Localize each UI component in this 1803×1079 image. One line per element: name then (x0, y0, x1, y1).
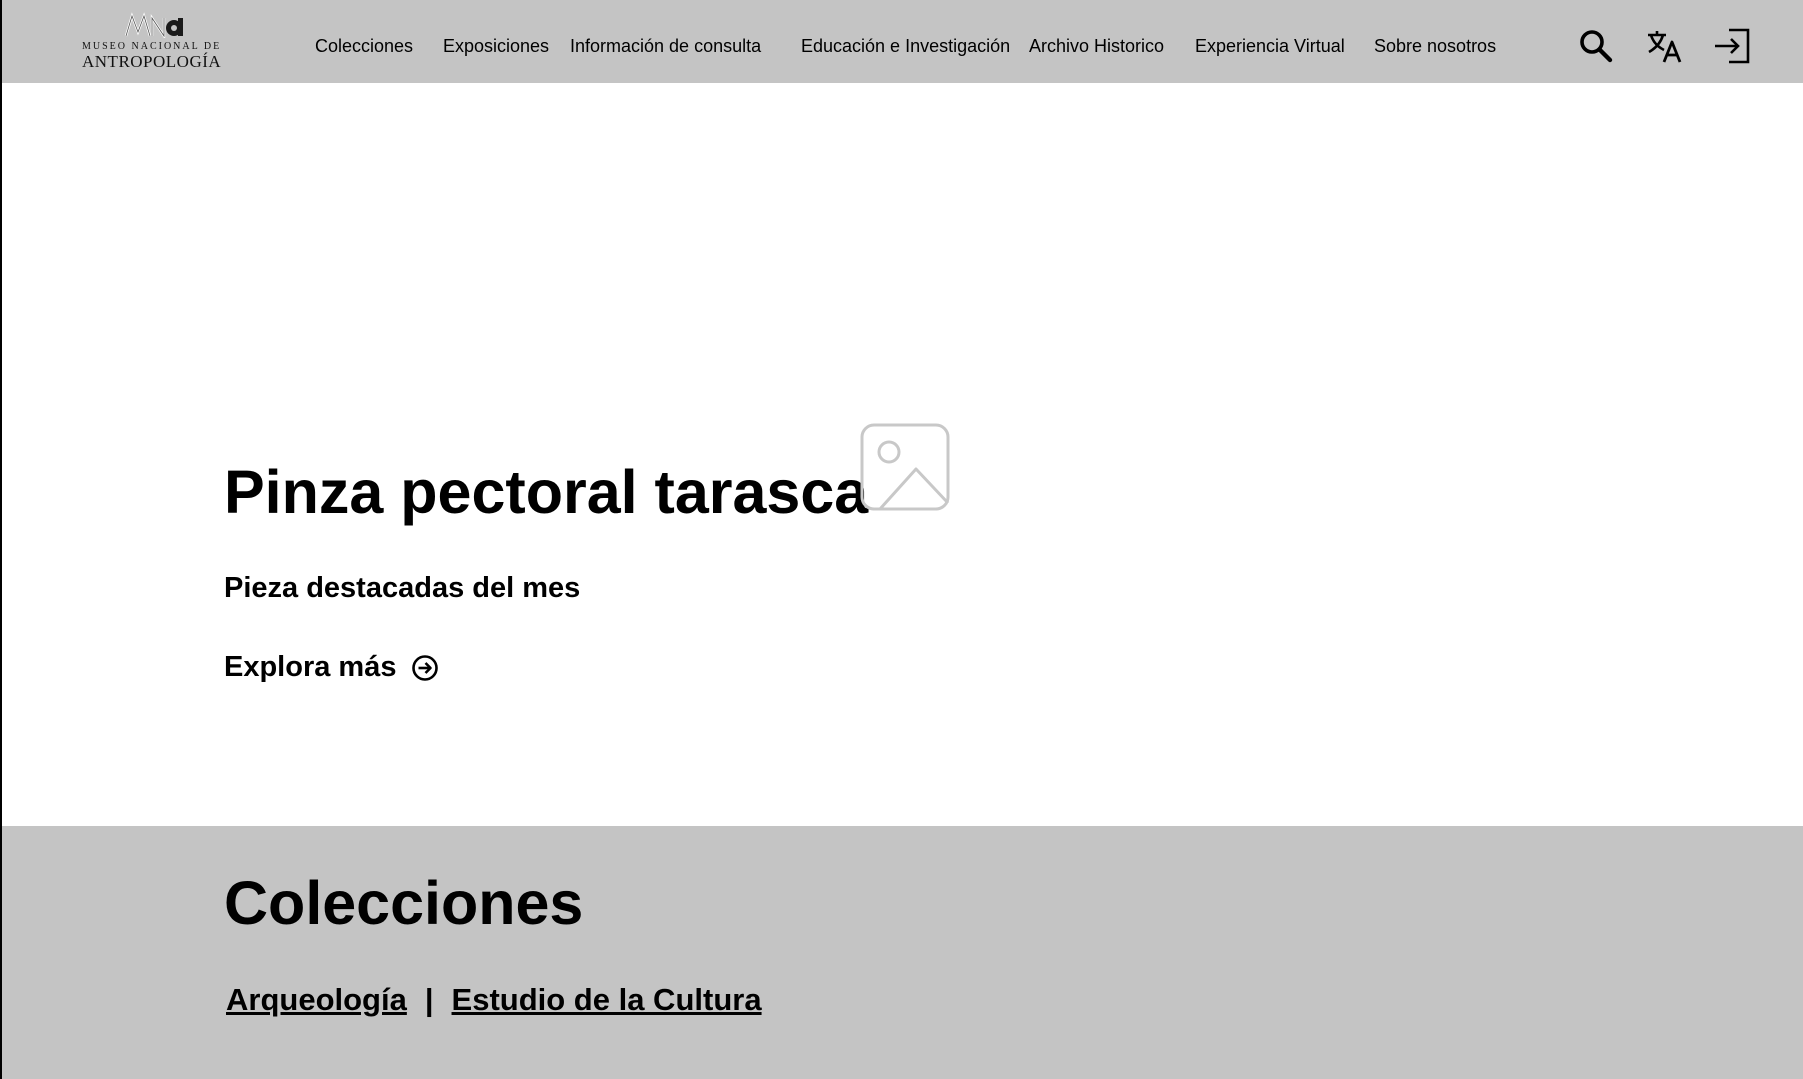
nav-item-colecciones[interactable]: Colecciones (315, 36, 413, 57)
page: MUSEO NACIONAL DE ANTROPOLOGÍA Coleccion… (0, 0, 1803, 1079)
top-navigation-bar: MUSEO NACIONAL DE ANTROPOLOGÍA Coleccion… (2, 0, 1803, 83)
nav-item-sobre-nosotros[interactable]: Sobre nosotros (1374, 36, 1496, 57)
collections-separator: | (424, 982, 434, 1017)
explore-more-label: Explora más (224, 651, 397, 683)
collections-section: Colecciones Arqueología | Estudio de la … (2, 826, 1803, 1079)
logo-text-line1: MUSEO NACIONAL DE (82, 41, 222, 52)
image-placeholder-icon (860, 423, 950, 511)
nav-item-informacion-de-consulta[interactable]: Información de consulta (570, 36, 761, 57)
featured-piece-subtitle: Pieza destacadas del mes (224, 572, 581, 604)
collection-link-estudio-de-la-cultura[interactable]: Estudio de la Cultura (452, 982, 762, 1018)
museum-logo[interactable]: MUSEO NACIONAL DE ANTROPOLOGÍA (82, 12, 232, 74)
collections-links: Arqueología | Estudio de la Cultura (226, 982, 762, 1018)
nav-item-exposiciones[interactable]: Exposiciones (443, 36, 549, 57)
login-icon[interactable] (1713, 26, 1753, 66)
collection-link-arqueologia[interactable]: Arqueología (226, 982, 407, 1018)
featured-piece-title: Pinza pectoral tarasca (224, 458, 869, 526)
arrow-right-circle-icon (412, 654, 439, 681)
translate-icon[interactable] (1645, 26, 1685, 66)
logo-text-line2: ANTROPOLOGÍA (82, 52, 222, 71)
nav-item-educacion-e-investigacion[interactable]: Educación e Investigación (801, 36, 1010, 57)
mna-logo-mark (124, 12, 183, 38)
search-icon[interactable] (1576, 26, 1616, 66)
explore-more-link[interactable]: Explora más (224, 653, 439, 682)
collections-heading: Colecciones (224, 869, 584, 937)
nav-item-experiencia-virtual[interactable]: Experiencia Virtual (1195, 36, 1345, 57)
nav-item-archivo-historico[interactable]: Archivo Historico (1029, 36, 1164, 57)
